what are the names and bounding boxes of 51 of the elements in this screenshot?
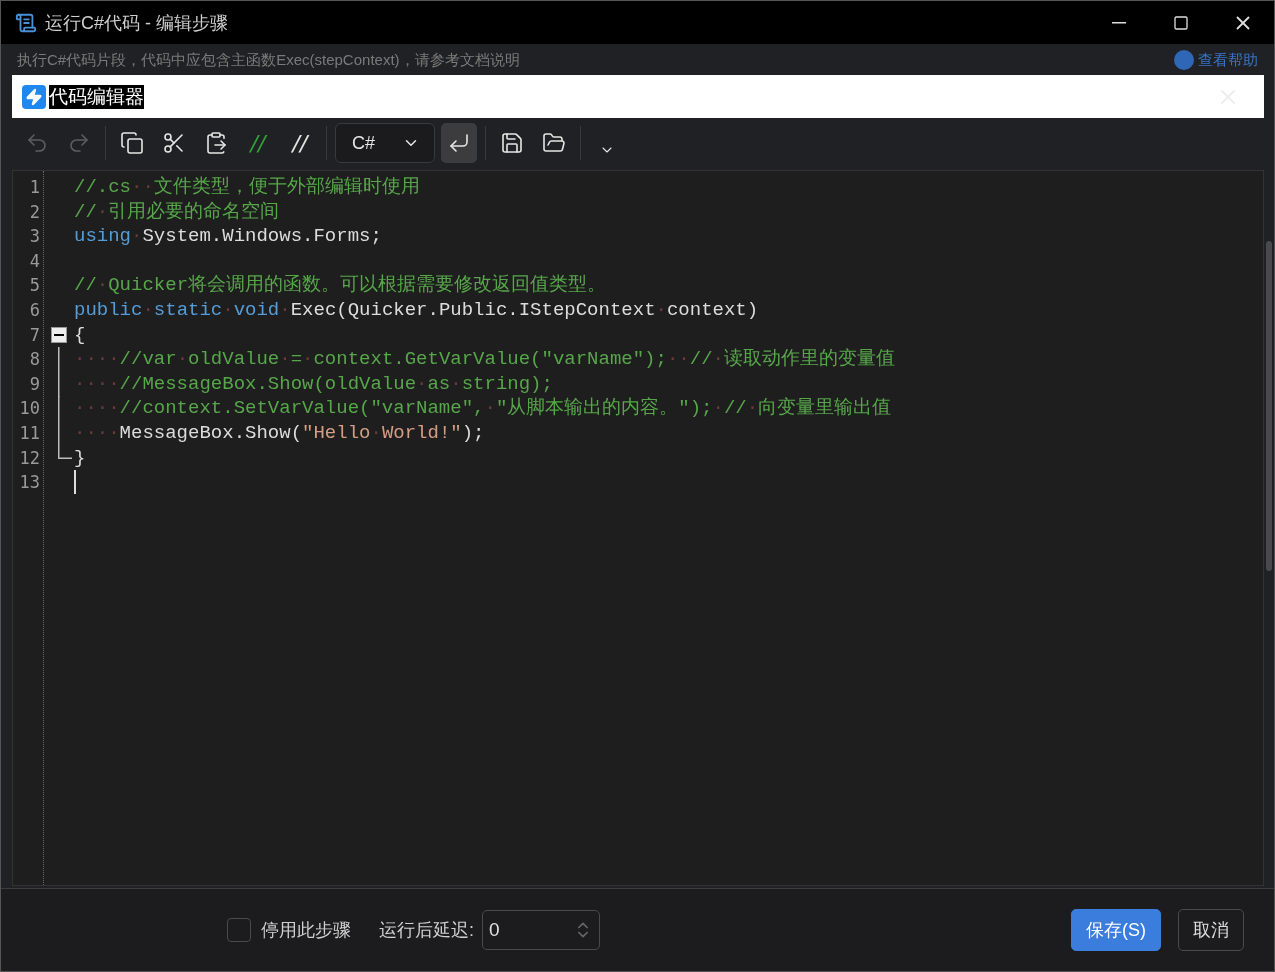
line-number: 12 — [18, 446, 41, 470]
line-number: 11 — [18, 421, 41, 445]
redo-icon — [67, 131, 91, 155]
return-arrow-icon — [447, 131, 471, 155]
code-line: using·System.Windows.Forms; — [74, 224, 382, 249]
code-line: //.cs··文件类型，便于外部编辑时使用 — [74, 175, 420, 200]
comment-button[interactable]: // — [240, 123, 276, 163]
code-line: } — [74, 445, 86, 471]
code-line: //·Quicker将会调用的函数。可以根据需要修改返回值类型。 — [74, 273, 607, 298]
line-number: 13 — [18, 471, 41, 495]
cancel-button[interactable]: 取消 — [1178, 909, 1244, 951]
wrap-button[interactable] — [441, 123, 477, 163]
checkbox-label: 停用此步骤 — [261, 919, 351, 942]
window-title: 运行C#代码 - 编辑步骤 — [45, 11, 228, 35]
lightning-logo-icon — [22, 84, 46, 109]
dialog-title: 代码编辑器 — [49, 84, 144, 109]
delay-label: 运行后延迟: — [379, 919, 474, 942]
language-dropdown[interactable]: C# — [335, 123, 435, 163]
checkbox[interactable] — [227, 918, 251, 942]
line-number: 4 — [28, 249, 41, 273]
scissors-icon — [162, 131, 186, 155]
line-number: 6 — [28, 298, 41, 322]
line-number: 3 — [28, 225, 41, 249]
folder-icon — [542, 131, 566, 155]
line-number: 8 — [28, 348, 41, 372]
code-line: ····//var·oldValue·=·context.GetVarValue("varName");··//·读取动作里的变量值 — [74, 347, 895, 372]
line-number: 10 — [18, 397, 41, 421]
uncomment-button[interactable]: // — [282, 123, 318, 163]
minimize-icon — [1112, 21, 1126, 24]
code-line: //·引用必要的命名空间 — [74, 199, 280, 225]
line-number: 9 — [28, 372, 41, 396]
code-line: ····MessageBox.Show("Hello·World!"); — [74, 420, 485, 446]
line-number: 7 — [28, 323, 41, 347]
line-number: 1 — [28, 176, 41, 199]
maximize-icon — [1173, 14, 1189, 31]
code-line: { — [74, 322, 86, 348]
undo-icon — [25, 131, 49, 155]
help-icon — [1174, 49, 1194, 70]
code-line: ····//context.SetVarValue("varName",·"从脚本输出的内容。");·//·向变量里输出值 — [74, 396, 892, 421]
collapse-icon[interactable] — [51, 326, 67, 343]
scrollbar-thumb[interactable] — [1266, 241, 1272, 571]
line-number: 5 — [28, 274, 41, 298]
copy-icon — [120, 131, 144, 155]
delay-input[interactable]: 0 — [482, 910, 600, 950]
code-line: ····//MessageBox.Show(oldValue·as·string); — [74, 371, 553, 397]
description-text: 执行C#代码片段，代码中应包含主函数Exec(stepContext)，请参考文档说明 — [17, 50, 520, 69]
line-number: 2 — [28, 200, 41, 224]
paste-icon — [204, 131, 228, 155]
scroll-icon — [15, 11, 37, 34]
code-line: public·static·void·Exec(Quicker.Public.IStepContext·context) — [74, 297, 759, 323]
save-button[interactable]: 保存(S) — [1071, 909, 1161, 951]
